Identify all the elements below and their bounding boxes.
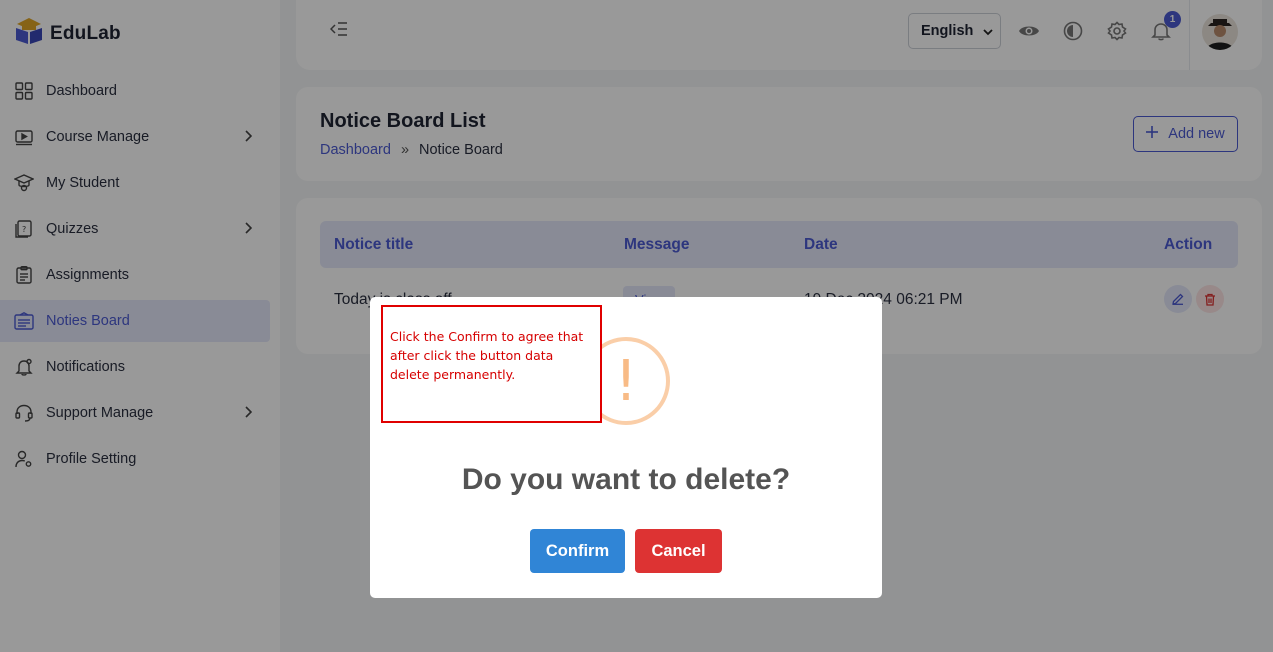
cancel-button[interactable]: Cancel <box>635 529 722 573</box>
confirm-button[interactable]: Confirm <box>530 529 625 573</box>
warning-icon-glyph: ! <box>614 348 638 414</box>
annotation-callout: Click the Confirm to agree that after cl… <box>381 305 602 423</box>
dialog-title: Do you want to delete? <box>461 463 791 496</box>
annotation-text: Click the Confirm to agree that after cl… <box>390 329 584 382</box>
